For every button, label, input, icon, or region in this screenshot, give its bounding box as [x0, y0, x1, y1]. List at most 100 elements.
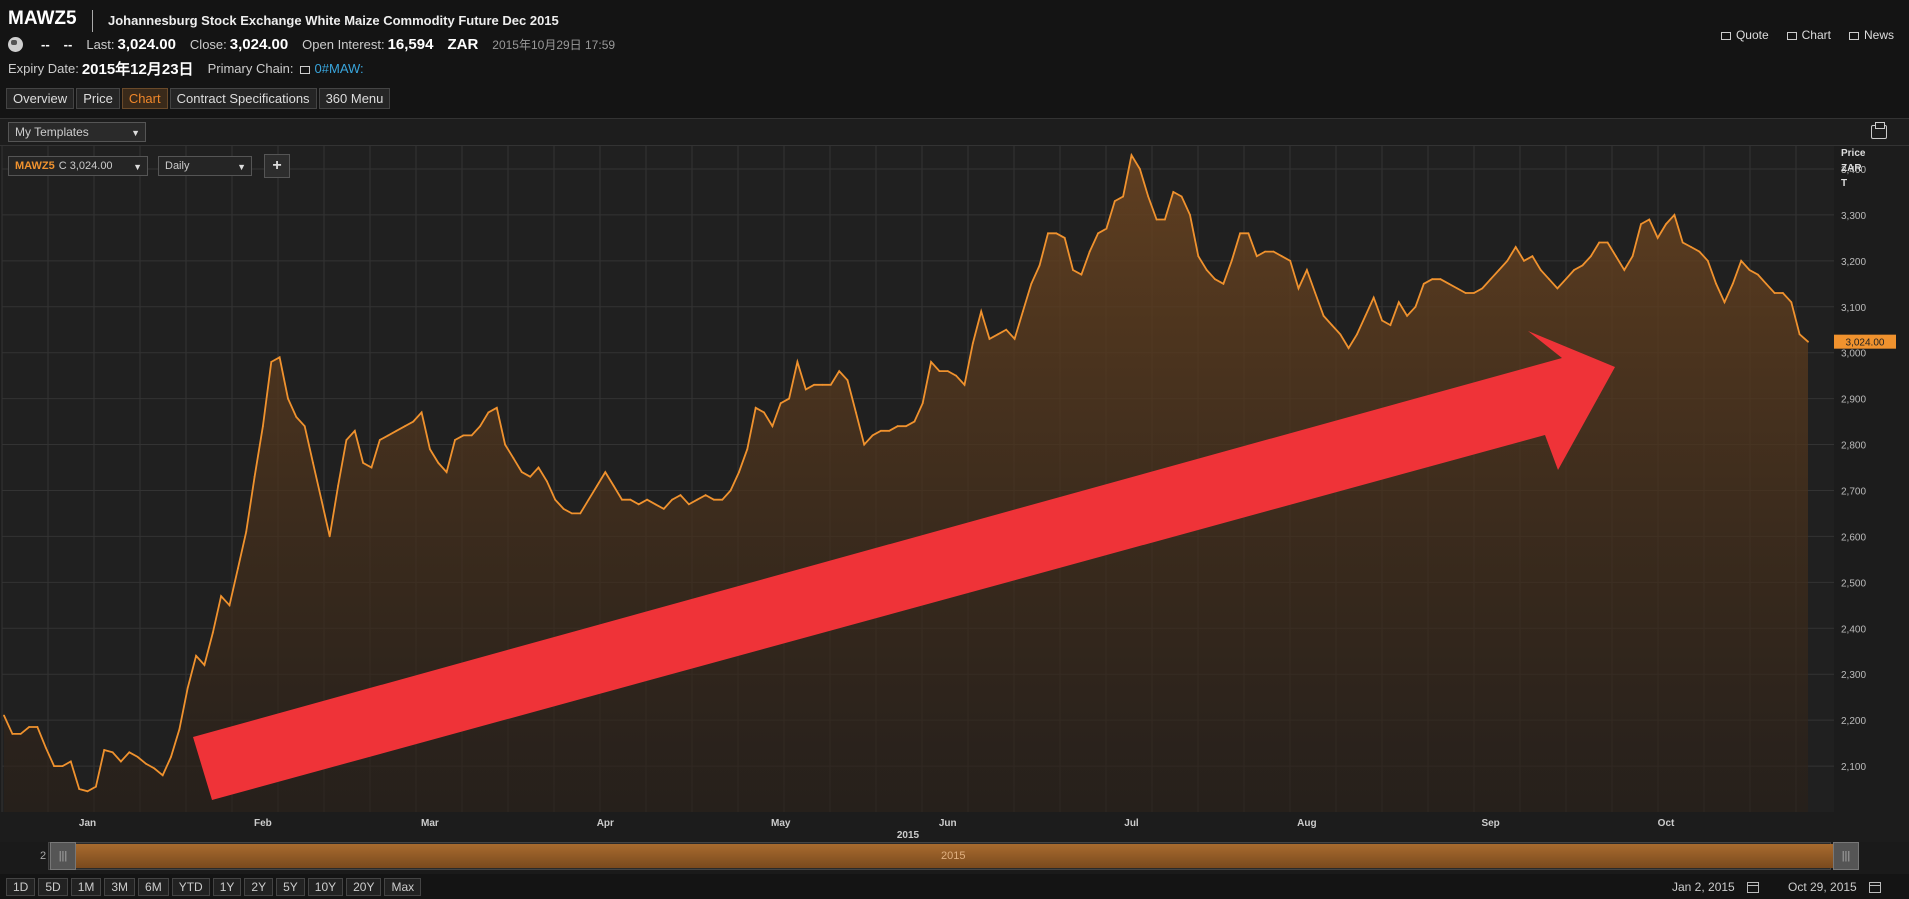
- range-button-1d[interactable]: 1D: [6, 878, 36, 896]
- navigator-left-handle[interactable]: |||: [50, 842, 76, 870]
- data-point: [1038, 264, 1041, 267]
- range-button-5d[interactable]: 5D: [38, 878, 68, 896]
- data-point: [1564, 278, 1567, 281]
- start-date-field[interactable]: Jan 2, 2015: [1672, 878, 1759, 896]
- data-point: [1055, 232, 1058, 235]
- data-point: [629, 498, 632, 501]
- data-point: [1581, 264, 1584, 267]
- tab-price[interactable]: Price: [76, 88, 120, 109]
- range-button-10y[interactable]: 10Y: [307, 878, 344, 896]
- data-point: [128, 751, 131, 754]
- open-interest-value: 16,594: [387, 35, 434, 53]
- data-point: [445, 471, 448, 473]
- data-point: [1088, 250, 1091, 253]
- data-point: [1230, 259, 1233, 262]
- range-button-1m[interactable]: 1M: [70, 878, 102, 896]
- axis-title-line-2: ZAR: [1841, 163, 1862, 174]
- data-point: [938, 370, 941, 372]
- navigator-right-handle[interactable]: |||: [1833, 842, 1859, 870]
- data-point: [796, 361, 799, 363]
- primary-chain-link[interactable]: 0#MAW:: [315, 61, 364, 76]
- templates-dropdown[interactable]: My Templates ▼: [8, 122, 146, 142]
- data-point: [61, 765, 64, 767]
- chart-icon: [1786, 32, 1797, 40]
- data-point: [871, 434, 874, 437]
- range-button-2y[interactable]: 2Y: [244, 878, 274, 896]
- data-point: [520, 471, 523, 473]
- globe-icon[interactable]: [8, 36, 23, 52]
- data-point: [1322, 315, 1325, 317]
- last-label: Last:: [86, 36, 115, 52]
- data-point: [211, 632, 214, 634]
- data-point: [1113, 200, 1116, 202]
- calendar-icon[interactable]: [1746, 881, 1759, 893]
- data-point: [86, 790, 89, 793]
- data-point: [1264, 250, 1266, 253]
- series-dropdown[interactable]: MAWZ5 C 3,024.00 ▼: [8, 156, 148, 176]
- data-point: [429, 448, 431, 450]
- data-point: [353, 429, 356, 432]
- data-point: [1339, 333, 1342, 336]
- change-value: --: [41, 36, 50, 52]
- data-point: [1097, 232, 1099, 235]
- end-date-field[interactable]: Oct 29, 2015: [1788, 878, 1881, 896]
- data-point: [813, 383, 815, 386]
- data-point: [1414, 305, 1417, 308]
- data-point: [1473, 292, 1475, 294]
- data-point: [245, 530, 248, 533]
- instrument-ric: MAWZ5: [8, 8, 77, 29]
- x-axis-year: 2015: [897, 830, 920, 841]
- data-point: [1590, 255, 1592, 258]
- data-point: [19, 733, 22, 735]
- y-tick-label: 2,100: [1841, 762, 1866, 773]
- data-point: [1347, 347, 1350, 349]
- y-tick-label: 2,300: [1841, 670, 1866, 681]
- data-point: [412, 420, 415, 423]
- print-icon[interactable]: [1871, 122, 1887, 139]
- tab-overview[interactable]: Overview: [6, 88, 75, 109]
- data-point: [1255, 255, 1258, 258]
- price-chart[interactable]: 2,100 2,200 2,300 2,400 2,500 2,600 2,700 2,800…: [0, 146, 1909, 842]
- data-point: [103, 749, 106, 751]
- data-point: [596, 485, 598, 487]
- quote-icon: [1720, 32, 1731, 40]
- range-button-5y[interactable]: 5Y: [276, 878, 305, 896]
- calendar-icon[interactable]: [1868, 881, 1881, 893]
- data-point: [1539, 269, 1542, 271]
- data-point: [788, 397, 790, 400]
- range-button-ytd[interactable]: YTD: [171, 878, 210, 896]
- axis-title-line-1: Price: [1841, 148, 1866, 159]
- interval-dropdown[interactable]: Daily ▼: [158, 156, 252, 176]
- data-point: [253, 475, 256, 478]
- data-point: [679, 494, 682, 496]
- x-tick-label: Oct: [1658, 818, 1675, 829]
- data-point: [320, 498, 323, 501]
- data-point: [1005, 328, 1008, 331]
- data-point: [395, 429, 398, 432]
- open-interest-label: Open Interest:: [302, 36, 385, 52]
- currency-code: ZAR: [447, 35, 479, 53]
- tab-360-menu[interactable]: 360 Menu: [318, 88, 391, 109]
- data-point: [170, 756, 172, 758]
- quote-link[interactable]: Quote: [1720, 28, 1769, 42]
- data-point: [1022, 310, 1024, 313]
- data-point: [95, 785, 97, 788]
- data-point: [1047, 232, 1049, 235]
- range-button-max[interactable]: Max: [384, 878, 422, 896]
- tab-contract-specifications[interactable]: Contract Specifications: [169, 88, 317, 109]
- news-link[interactable]: News: [1848, 28, 1894, 42]
- chart-link[interactable]: Chart: [1786, 28, 1831, 42]
- range-button-1y[interactable]: 1Y: [212, 878, 242, 896]
- range-button-20y[interactable]: 20Y: [346, 878, 382, 896]
- tab-chart[interactable]: Chart: [121, 88, 168, 109]
- data-point: [512, 457, 515, 460]
- data-point: [905, 425, 907, 428]
- data-point: [1072, 269, 1074, 271]
- data-point: [1214, 278, 1216, 281]
- add-series-button[interactable]: +: [264, 154, 290, 178]
- data-point: [637, 503, 640, 506]
- x-tick-label: Mar: [421, 818, 439, 829]
- data-point: [1790, 301, 1793, 304]
- range-button-3m[interactable]: 3M: [104, 878, 136, 896]
- range-button-6m[interactable]: 6M: [138, 878, 169, 896]
